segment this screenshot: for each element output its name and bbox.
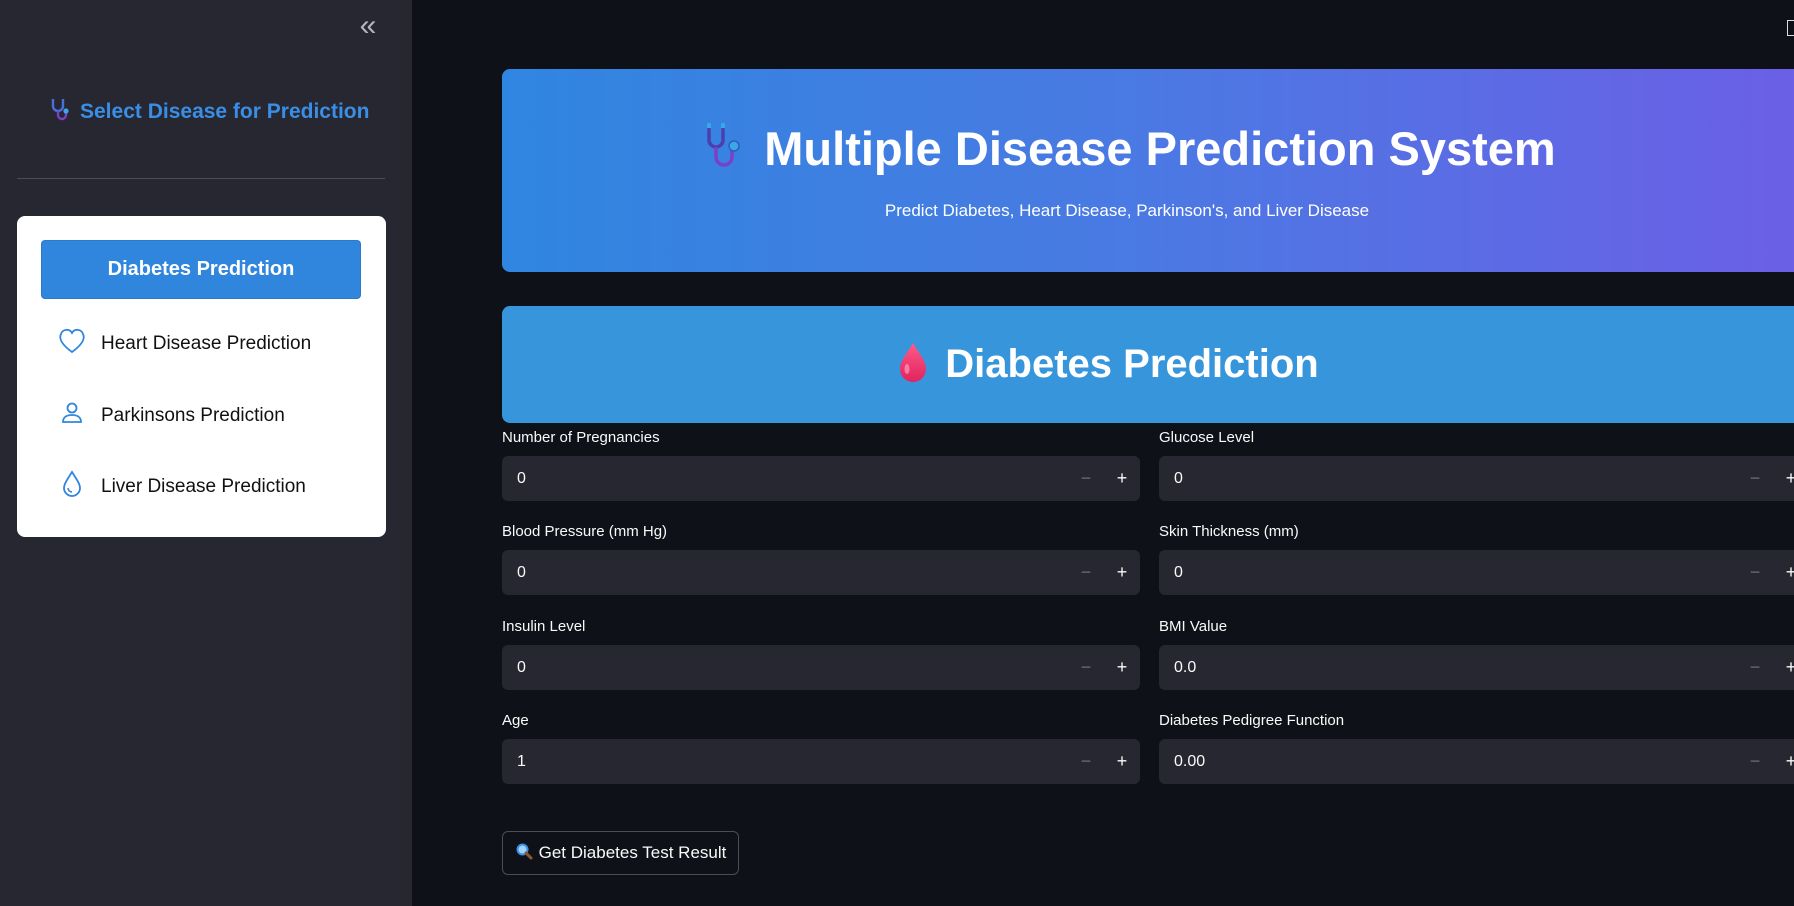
bmi-input[interactable]	[1159, 657, 1737, 678]
age-label: Age	[502, 712, 529, 729]
menu-item-label: Heart Disease Prediction	[101, 333, 312, 354]
increment-button[interactable]: +	[1773, 456, 1794, 501]
decrement-button[interactable]: −	[1737, 456, 1773, 501]
increment-button[interactable]: +	[1104, 550, 1140, 595]
bmi-label: BMI Value	[1159, 618, 1228, 635]
age-input[interactable]	[502, 751, 1068, 772]
skin-thickness-input[interactable]	[1159, 562, 1737, 583]
increment-button[interactable]: +	[1773, 739, 1794, 784]
insulin-stepper: −+	[502, 645, 1140, 690]
blood-pressure-stepper: −+	[502, 550, 1140, 595]
blood-pressure-input[interactable]	[502, 562, 1068, 583]
magnifier-icon	[515, 842, 533, 865]
insulin-input[interactable]	[502, 657, 1068, 678]
decrement-button[interactable]: −	[1737, 550, 1773, 595]
bmi-stepper: −+	[1159, 645, 1794, 690]
decrement-button[interactable]: −	[1737, 739, 1773, 784]
menu-item-label: Parkinsons Prediction	[101, 405, 285, 426]
pedigree-input[interactable]	[1159, 751, 1737, 772]
increment-button[interactable]: +	[1104, 645, 1140, 690]
banner-title: Multiple Disease Prediction System	[502, 119, 1794, 178]
increment-button[interactable]: +	[1773, 550, 1794, 595]
menu-item-label: Liver Disease Prediction	[101, 476, 306, 497]
menu-item-label: Diabetes Prediction	[107, 258, 295, 280]
disease-menu: Diabetes Prediction Heart Disease Predic…	[17, 216, 386, 537]
collapse-sidebar-button[interactable]: «	[354, 11, 382, 42]
blood-drop-icon	[895, 341, 931, 388]
stethoscope-icon	[48, 96, 74, 128]
increment-button[interactable]: +	[1773, 645, 1794, 690]
header-banner: Multiple Disease Prediction System Predi…	[502, 69, 1794, 272]
sidebar-divider	[17, 178, 385, 179]
glucose-stepper: −+	[1159, 456, 1794, 501]
pregnancies-input[interactable]	[502, 468, 1068, 489]
increment-button[interactable]: +	[1104, 739, 1140, 784]
skin-thickness-stepper: −+	[1159, 550, 1794, 595]
droplet-icon	[57, 469, 87, 505]
toolbar-edge	[1787, 20, 1794, 36]
heart-icon	[57, 326, 87, 362]
section-header: Diabetes Prediction	[502, 306, 1794, 423]
menu-item-parkinsons[interactable]: Parkinsons Prediction	[57, 396, 285, 436]
sidebar-title-text: Select Disease for Prediction	[80, 100, 370, 123]
sidebar: « Select Disease for Prediction Diabetes…	[0, 0, 412, 906]
pregnancies-stepper: −+	[502, 456, 1140, 501]
insulin-label: Insulin Level	[502, 618, 586, 635]
get-result-label: Get Diabetes Test Result	[538, 843, 727, 862]
decrement-button[interactable]: −	[1737, 645, 1773, 690]
menu-item-heart[interactable]: Heart Disease Prediction	[57, 324, 311, 364]
decrement-button[interactable]: −	[1068, 739, 1104, 784]
pedigree-stepper: −+	[1159, 739, 1794, 784]
person-icon	[57, 398, 87, 434]
menu-item-diabetes[interactable]: Diabetes Prediction	[41, 240, 361, 299]
blood-pressure-label: Blood Pressure (mm Hg)	[502, 523, 668, 540]
increment-button[interactable]: +	[1104, 456, 1140, 501]
glucose-label: Glucose Level	[1159, 429, 1255, 446]
sidebar-title: Select Disease for Prediction	[48, 98, 369, 126]
decrement-button[interactable]: −	[1068, 456, 1104, 501]
pregnancies-label: Number of Pregnancies	[502, 429, 660, 446]
section-title: Diabetes Prediction	[945, 342, 1319, 386]
pedigree-label: Diabetes Pedigree Function	[1159, 712, 1345, 729]
menu-item-liver[interactable]: Liver Disease Prediction	[57, 467, 306, 507]
app-title: Multiple Disease Prediction System	[764, 122, 1556, 175]
decrement-button[interactable]: −	[1068, 645, 1104, 690]
get-result-button[interactable]: Get Diabetes Test Result	[502, 831, 739, 875]
app-subtitle: Predict Diabetes, Heart Disease, Parkins…	[884, 201, 1370, 220]
decrement-button[interactable]: −	[1068, 550, 1104, 595]
stethoscope-icon	[698, 119, 752, 178]
age-stepper: −+	[502, 739, 1140, 784]
glucose-input[interactable]	[1159, 468, 1737, 489]
skin-thickness-label: Skin Thickness (mm)	[1159, 523, 1299, 540]
